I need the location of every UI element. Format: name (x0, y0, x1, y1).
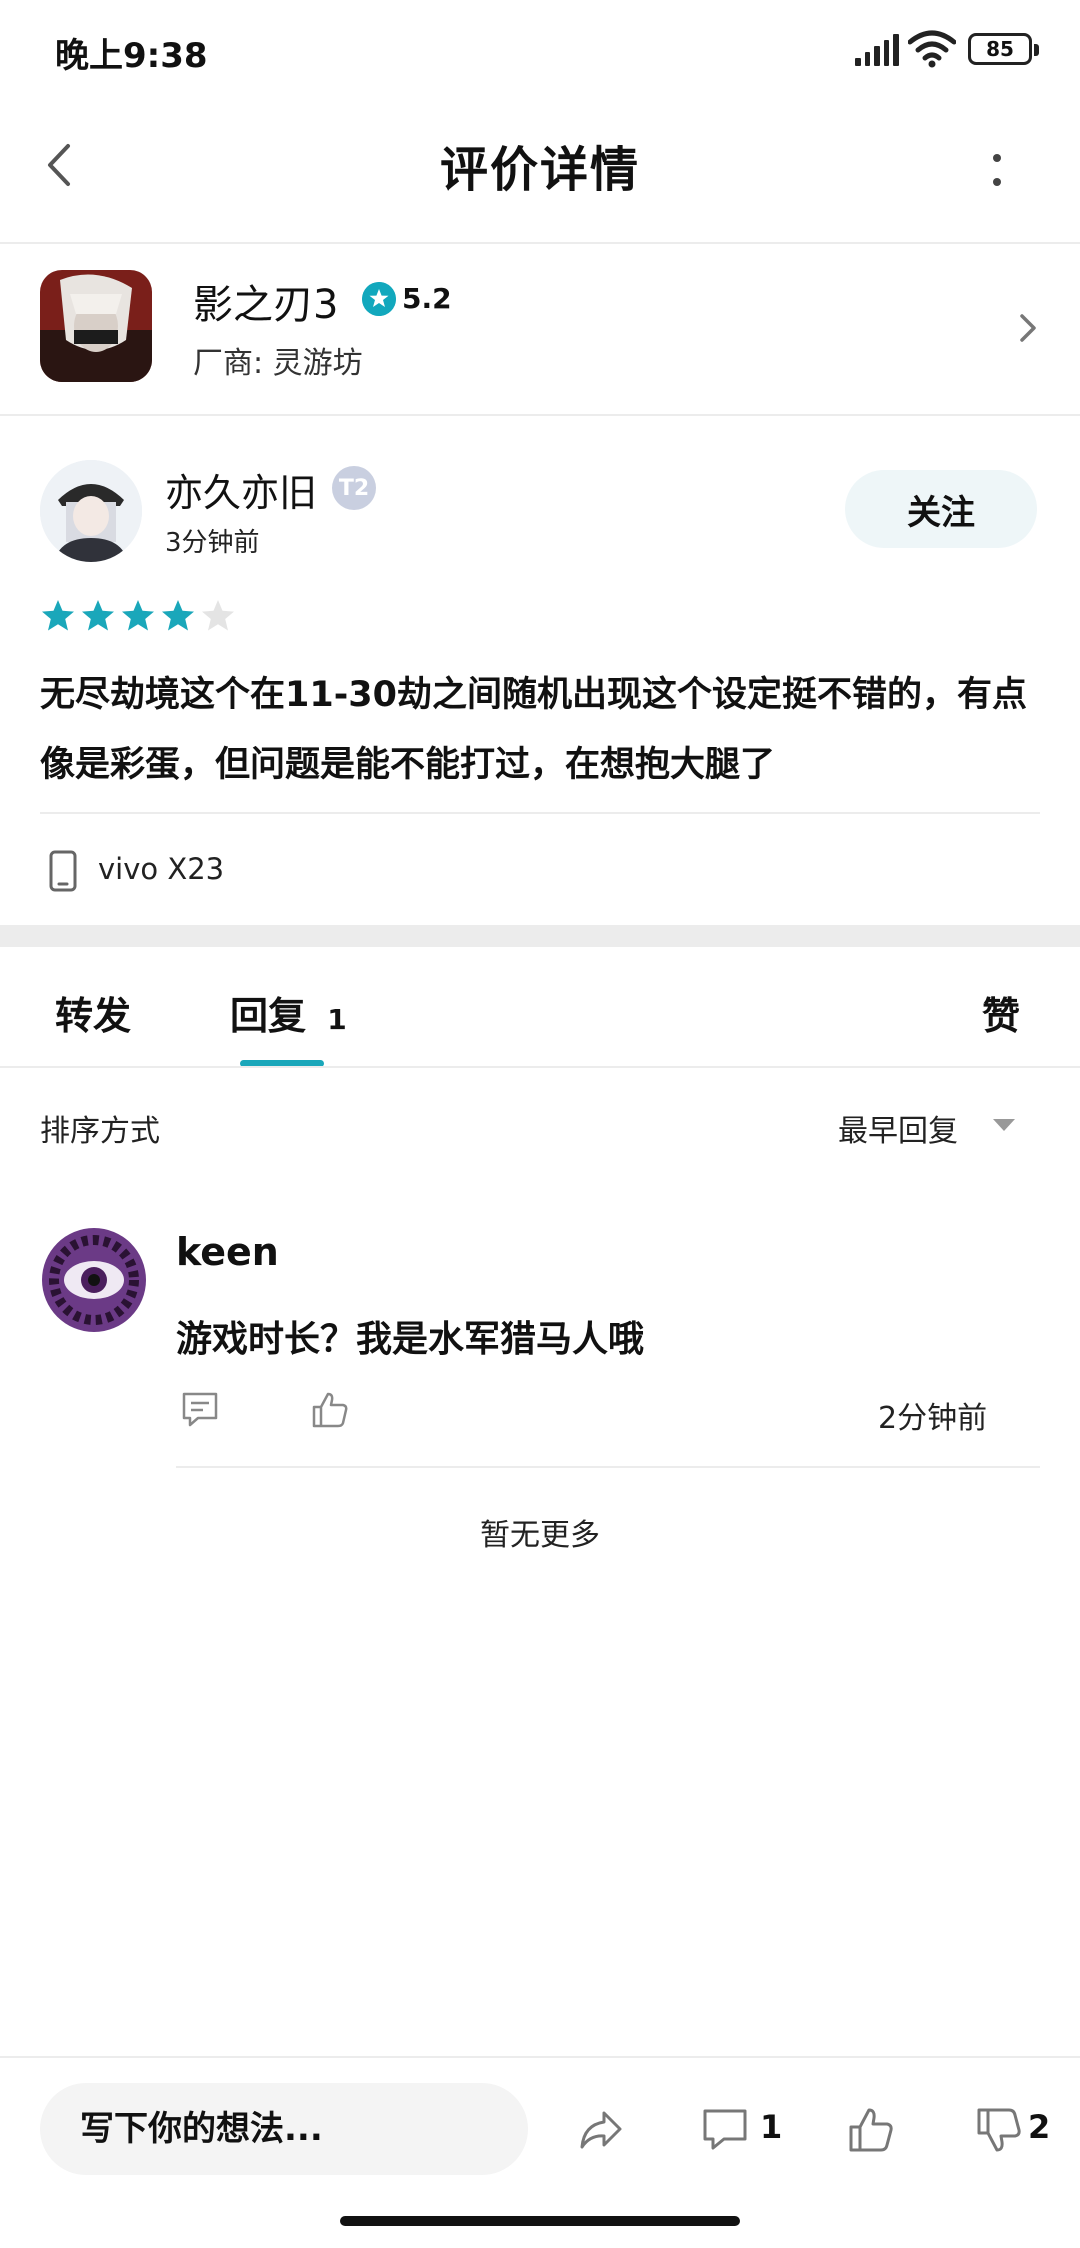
home-indicator[interactable] (340, 2216, 740, 2226)
game-vendor: 厂商: 灵游坊 (193, 346, 363, 381)
wifi-icon (908, 30, 956, 68)
game-name[interactable]: 影之刃3 (193, 272, 338, 330)
comment-count: 1 (760, 2108, 783, 2146)
review-text: 无尽劫境这个在11-30劫之间随机出现这个设定挺不错的，有点像是彩蛋，但问题是能… (40, 675, 1027, 785)
page-title: 评价详情 (439, 142, 640, 198)
star-filled-icon (122, 600, 154, 631)
divider (0, 1066, 1080, 1068)
device-name: vivo X23 (98, 852, 225, 886)
game-icon[interactable] (40, 270, 152, 382)
dislike-icon[interactable] (974, 2105, 1024, 2155)
rating-star-icon (362, 282, 396, 316)
game-card[interactable] (0, 244, 1080, 414)
tab-reply[interactable]: 回复 1 (230, 985, 347, 1040)
review-stars (40, 598, 236, 634)
tab-reply-label: 回复 (230, 994, 307, 1038)
star-filled-icon (82, 600, 114, 631)
comment-input[interactable] (40, 2083, 528, 2175)
review-time: 3分钟前 (165, 528, 260, 558)
section-separator (0, 925, 1080, 947)
caret-down-icon[interactable] (992, 1118, 1016, 1132)
reply-avatar[interactable] (42, 1228, 146, 1332)
sort-label: 排序方式 (40, 1114, 160, 1149)
reviewer-username[interactable]: 亦久亦旧 (165, 462, 317, 517)
tab-reply-count: 1 (327, 1003, 347, 1036)
divider (0, 2056, 1080, 2058)
status-bar: 晚上9:38 85 (0, 0, 1080, 100)
tab-like[interactable]: 赞 (982, 985, 1020, 1040)
level-badge-icon: T2 (332, 466, 376, 510)
reviewer-avatar[interactable] (40, 460, 142, 562)
dislike-count: 2 (1028, 2108, 1051, 2146)
battery-level: 85 (986, 37, 1014, 61)
reply-like-icon[interactable] (310, 1390, 350, 1430)
star-filled-icon (162, 600, 194, 631)
no-more-text: 暂无更多 (480, 1518, 600, 1553)
status-time: 晚上9:38 (55, 36, 208, 76)
more-options-icon[interactable] (990, 150, 1004, 190)
star-empty-icon (202, 600, 234, 631)
game-rating: 5.2 (402, 282, 452, 315)
sort-dropdown[interactable]: 最早回复 (838, 1106, 958, 1150)
reply-username[interactable]: keen (176, 1230, 279, 1274)
like-icon[interactable] (846, 2105, 896, 2155)
follow-button[interactable]: 关注 (845, 470, 1037, 548)
phone-icon (49, 850, 77, 892)
star-filled-icon (42, 600, 74, 631)
reply-text: 游戏时长？我是水军猎马人哦 (176, 1319, 645, 1360)
signal-icon (855, 34, 899, 66)
reply-time: 2分钟前 (878, 1401, 988, 1436)
chevron-right-icon[interactable] (1016, 310, 1040, 346)
tab-forward[interactable]: 转发 (55, 985, 131, 1040)
share-icon[interactable] (576, 2105, 626, 2155)
battery-icon: 85 (968, 33, 1039, 65)
divider (0, 414, 1080, 416)
comment-icon[interactable] (700, 2105, 750, 2155)
divider (176, 1466, 1040, 1468)
reply-comment-icon[interactable] (180, 1390, 220, 1430)
divider (40, 812, 1040, 814)
